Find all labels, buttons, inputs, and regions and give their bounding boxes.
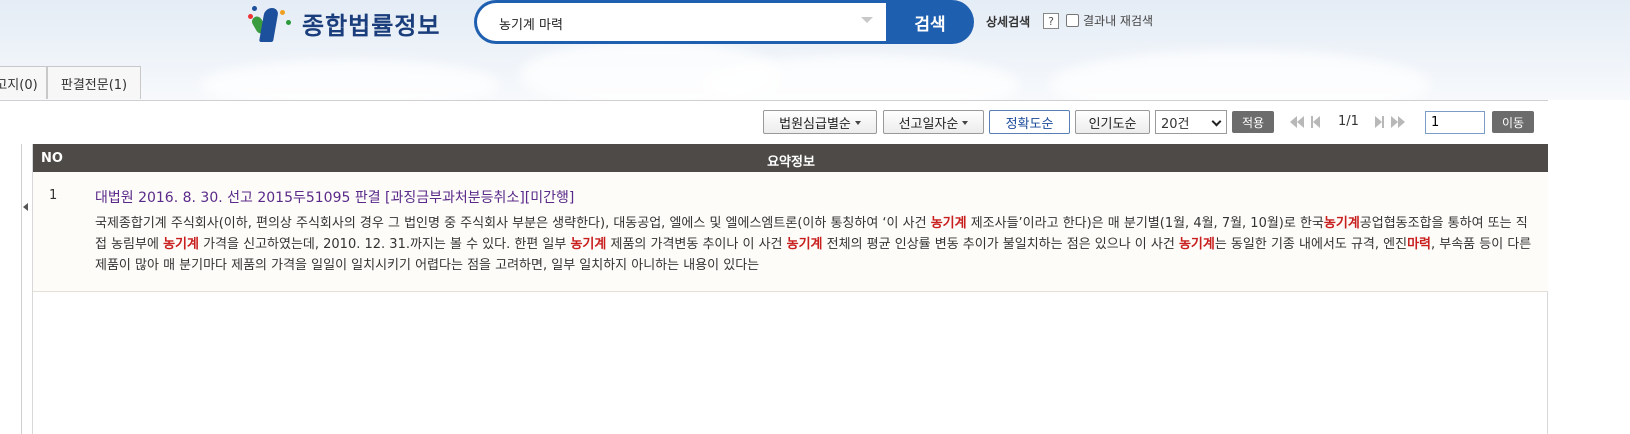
tab-judgment-full-text[interactable]: 판결전문(1)	[47, 66, 141, 99]
chevron-down-icon	[962, 121, 969, 125]
sort-popular-button[interactable]: 인기도순	[1075, 110, 1150, 134]
sort-date-button[interactable]: 선고일자순	[883, 110, 984, 134]
recheck-checkbox[interactable]	[1066, 14, 1079, 27]
sort-accuracy-button[interactable]: 정확도순	[989, 110, 1070, 134]
search-button[interactable]: 검색	[886, 0, 974, 44]
site-logo[interactable]: 종합법률정보	[246, 0, 440, 46]
row-number: 1	[49, 188, 58, 203]
table-header: NO 요약정보	[33, 144, 1549, 172]
recheck-label: 결과내 재검색	[1083, 14, 1154, 28]
result-toolbar: 법원심급별순 선고일자순 정확도순 인기도순 20건 적용 1/1 이동	[0, 100, 1630, 144]
last-page-icon[interactable]	[1391, 114, 1405, 130]
left-panel-rail	[0, 144, 22, 434]
search-bar: 검색	[474, 0, 974, 44]
help-icon[interactable]: ?	[1043, 13, 1059, 29]
move-page-button[interactable]: 이동	[1492, 111, 1534, 133]
collapse-panel-icon[interactable]	[23, 203, 28, 211]
result-table: NO 요약정보 1 대법원 2016. 8. 30. 선고 2015두51095…	[32, 144, 1549, 434]
next-page-icon[interactable]	[1375, 114, 1384, 130]
chevron-down-icon	[854, 121, 861, 125]
page-size-value: 20건	[1161, 116, 1190, 132]
detail-search-link[interactable]: 상세검색	[986, 13, 1030, 30]
cloud-decoration	[200, 60, 500, 100]
recheck-option[interactable]: 결과내 재검색	[1066, 12, 1153, 29]
history-dropdown-icon[interactable]	[861, 17, 873, 23]
prev-page-icon[interactable]	[1311, 114, 1320, 130]
apply-button[interactable]: 적용	[1232, 111, 1274, 133]
keyword-highlight: 농기계	[1323, 216, 1360, 231]
cloud-decoration	[1050, 50, 1430, 100]
page-size-select[interactable]: 20건	[1155, 110, 1227, 134]
keyword-highlight: 농기계	[163, 237, 199, 252]
page-number-input[interactable]	[1425, 111, 1485, 134]
column-header-summary: 요약정보	[767, 155, 815, 170]
keyword-highlight: 농기계	[930, 216, 967, 231]
sort-court-label: 법원심급별순	[779, 116, 851, 132]
right-margin	[1548, 100, 1630, 434]
summary-segment: 제조사들’이라고 한다)은 매 분기별(1월, 4월, 7월, 10월)로 한국	[966, 216, 1324, 231]
logo-title: 종합법률정보	[302, 12, 441, 40]
search-input[interactable]	[499, 12, 859, 34]
summary-segment: 는 동일한 기종 내에서도 규격, 엔진	[1214, 237, 1408, 252]
keyword-highlight: 농기계	[570, 237, 607, 252]
chevron-down-icon	[1211, 116, 1222, 127]
first-page-icon[interactable]	[1290, 114, 1304, 130]
court-emblem-icon	[246, 2, 296, 46]
summary-segment: 제품의 가격변동 추이나 이 사건	[606, 237, 787, 252]
keyword-highlight: 농기계	[1178, 237, 1215, 252]
summary-segment: 가격을 신고하였는데, 2010. 12. 31.까지는 볼 수 있다. 한편 …	[198, 237, 571, 252]
search-box	[474, 0, 894, 44]
case-title-link[interactable]: 대법원 2016. 8. 30. 선고 2015두51095 판결 [과징금부과…	[95, 187, 574, 207]
summary-segment: 국제종합기계 주식회사(이하, 편의상 주식회사의 경우 그 법인명 중 주식회…	[95, 216, 931, 231]
table-row: 1 대법원 2016. 8. 30. 선고 2015두51095 판결 [과징금…	[33, 172, 1549, 292]
tab-notice[interactable]: 고지(0)	[0, 66, 47, 99]
keyword-highlight: 농기계	[786, 237, 823, 252]
case-summary-text: 국제종합기계 주식회사(이하, 편의상 주식회사의 경우 그 법인명 중 주식회…	[95, 213, 1535, 276]
sort-court-button[interactable]: 법원심급별순	[763, 110, 877, 134]
keyword-highlight: 마력	[1407, 237, 1431, 252]
summary-segment: 전체의 평균 인상률 변동 추이가 불일치하는 점은 있으나 이 사건	[822, 237, 1179, 252]
page-count: 1/1	[1338, 114, 1359, 129]
sort-date-label: 선고일자순	[898, 116, 959, 132]
site-header: 종합법률정보 검색 상세검색 ? 결과내 재검색 고지(0) 판결전문(1)	[0, 0, 1630, 100]
